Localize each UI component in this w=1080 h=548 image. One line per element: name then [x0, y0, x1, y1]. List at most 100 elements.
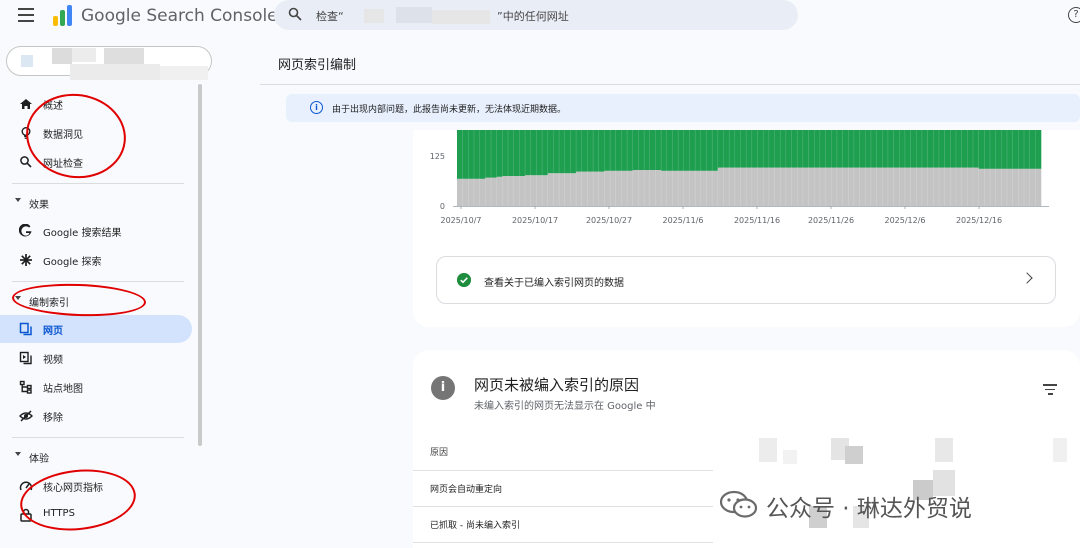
sidebar-item-search-results[interactable]: Google 搜索结果	[0, 217, 192, 245]
bar-indexed[interactable]	[967, 130, 974, 168]
bar-not-indexed[interactable]	[530, 175, 537, 206]
table-row[interactable]: 网页会自动重定向	[430, 482, 502, 495]
bar-indexed[interactable]	[525, 130, 532, 176]
bar-indexed[interactable]	[508, 130, 514, 176]
bar-indexed[interactable]	[916, 130, 923, 168]
bar-indexed[interactable]	[853, 130, 860, 168]
bar-indexed[interactable]	[570, 130, 577, 174]
bar-indexed[interactable]	[910, 130, 917, 168]
bar-indexed[interactable]	[921, 130, 928, 168]
bar-indexed[interactable]	[955, 130, 962, 168]
bar-not-indexed[interactable]	[950, 167, 957, 206]
bar-not-indexed[interactable]	[819, 167, 826, 206]
bar-indexed[interactable]	[893, 130, 900, 168]
bar-indexed[interactable]	[774, 130, 781, 168]
bar-indexed[interactable]	[734, 130, 741, 168]
bar-not-indexed[interactable]	[502, 176, 509, 206]
bar-not-indexed[interactable]	[1012, 168, 1019, 206]
view-indexed-pages-link[interactable]: 查看关于已编入索引网页的数据	[436, 256, 1056, 304]
menu-icon[interactable]	[18, 8, 34, 22]
bar-indexed[interactable]	[706, 130, 713, 171]
bar-not-indexed[interactable]	[938, 167, 945, 206]
bar-not-indexed[interactable]	[576, 171, 583, 206]
bar-indexed[interactable]	[530, 130, 537, 176]
bar-indexed[interactable]	[740, 130, 747, 168]
bar-not-indexed[interactable]	[768, 167, 775, 206]
bar-indexed[interactable]	[689, 130, 696, 171]
bar-indexed[interactable]	[785, 130, 792, 168]
bar-not-indexed[interactable]	[644, 170, 651, 206]
bar-not-indexed[interactable]	[553, 173, 560, 206]
bar-not-indexed[interactable]	[695, 170, 702, 206]
bar-not-indexed[interactable]	[723, 167, 730, 206]
bar-not-indexed[interactable]	[496, 176, 503, 206]
bar-not-indexed[interactable]	[661, 170, 668, 206]
bar-not-indexed[interactable]	[485, 177, 492, 206]
bar-indexed[interactable]	[700, 130, 707, 171]
bar-indexed[interactable]	[1018, 130, 1025, 169]
bar-indexed[interactable]	[882, 130, 889, 168]
bar-indexed[interactable]	[621, 130, 628, 171]
bar-indexed[interactable]	[1035, 130, 1042, 169]
bar-not-indexed[interactable]	[655, 170, 662, 206]
bar-not-indexed[interactable]	[1029, 168, 1036, 206]
column-header-reason[interactable]: 原因	[430, 445, 448, 458]
bar-indexed[interactable]	[581, 130, 588, 172]
bar-indexed[interactable]	[479, 130, 486, 179]
bar-not-indexed[interactable]	[785, 167, 792, 206]
bar-not-indexed[interactable]	[876, 167, 883, 206]
bar-indexed[interactable]	[672, 130, 679, 171]
bar-not-indexed[interactable]	[547, 173, 554, 206]
bar-indexed[interactable]	[984, 130, 991, 169]
bar-not-indexed[interactable]	[780, 167, 787, 206]
bar-indexed[interactable]	[666, 130, 673, 171]
bar-not-indexed[interactable]	[604, 170, 611, 206]
bar-indexed[interactable]	[729, 130, 736, 168]
bar-indexed[interactable]	[632, 130, 639, 170]
bar-not-indexed[interactable]	[848, 167, 855, 206]
bar-not-indexed[interactable]	[825, 167, 832, 206]
bar-not-indexed[interactable]	[519, 176, 526, 206]
bar-indexed[interactable]	[678, 130, 685, 171]
bar-indexed[interactable]	[797, 130, 804, 168]
bar-not-indexed[interactable]	[870, 167, 877, 206]
bar-not-indexed[interactable]	[984, 168, 991, 206]
bar-not-indexed[interactable]	[916, 167, 923, 206]
bar-not-indexed[interactable]	[887, 167, 894, 206]
bar-indexed[interactable]	[751, 130, 758, 168]
bar-indexed[interactable]	[791, 130, 798, 168]
product-name[interactable]: Google Search Console	[81, 6, 278, 26]
bar-indexed[interactable]	[938, 130, 945, 168]
bar-indexed[interactable]	[780, 130, 787, 168]
bar-not-indexed[interactable]	[808, 167, 815, 206]
bar-indexed[interactable]	[768, 130, 775, 168]
bar-not-indexed[interactable]	[462, 178, 469, 206]
bar-indexed[interactable]	[593, 130, 600, 172]
bar-indexed[interactable]	[610, 130, 617, 171]
bar-indexed[interactable]	[1006, 130, 1013, 169]
bar-indexed[interactable]	[587, 130, 594, 172]
bar-indexed[interactable]	[553, 130, 560, 174]
bar-indexed[interactable]	[819, 130, 826, 168]
bar-not-indexed[interactable]	[995, 168, 1002, 206]
bar-not-indexed[interactable]	[513, 176, 520, 206]
bar-not-indexed[interactable]	[751, 167, 758, 206]
bar-indexed[interactable]	[457, 130, 463, 179]
bar-indexed[interactable]	[627, 130, 634, 171]
bar-indexed[interactable]	[865, 130, 872, 168]
bar-not-indexed[interactable]	[972, 167, 979, 206]
bar-not-indexed[interactable]	[468, 178, 475, 206]
bar-indexed[interactable]	[1023, 130, 1030, 169]
bar-not-indexed[interactable]	[729, 167, 736, 206]
bar-indexed[interactable]	[717, 130, 724, 168]
bar-not-indexed[interactable]	[746, 167, 753, 206]
bar-indexed[interactable]	[655, 130, 662, 170]
bar-not-indexed[interactable]	[859, 167, 866, 206]
bar-not-indexed[interactable]	[967, 167, 974, 206]
bar-not-indexed[interactable]	[814, 167, 821, 206]
bar-indexed[interactable]	[547, 130, 554, 174]
bar-indexed[interactable]	[496, 130, 503, 177]
bar-not-indexed[interactable]	[734, 167, 741, 206]
bar-not-indexed[interactable]	[944, 167, 951, 206]
bar-indexed[interactable]	[904, 130, 911, 168]
